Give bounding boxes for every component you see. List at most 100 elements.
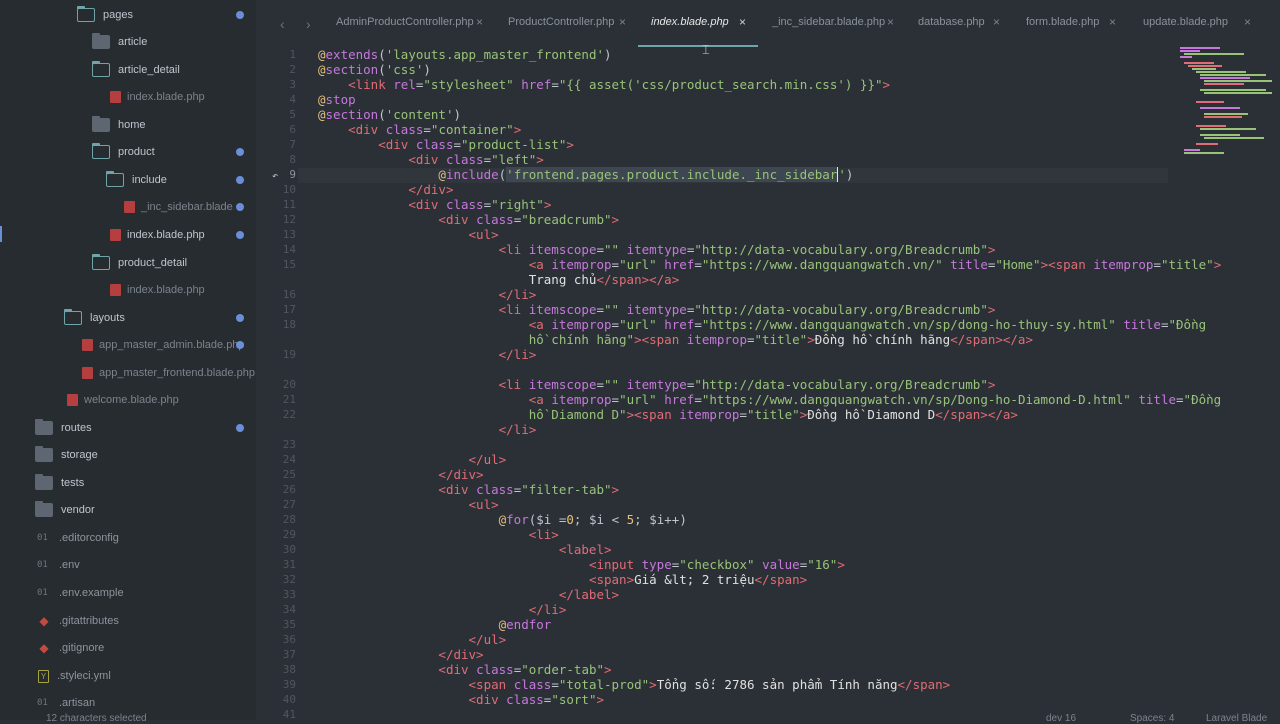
tab-update-blade[interactable]: update.blade.php: [1143, 16, 1228, 32]
code-editor[interactable]: @extends('layouts.app_master_frontend') …: [318, 47, 1221, 720]
tree-folder-storage[interactable]: storage: [0, 444, 256, 466]
text-file-icon: 01: [37, 533, 48, 543]
close-icon[interactable]: ×: [739, 15, 746, 29]
folder-open-icon: [64, 309, 82, 325]
line-number: 31: [282, 558, 296, 571]
tree-item-label: app_master_admin.blade.php: [99, 339, 245, 351]
folder-open-icon: [92, 61, 110, 77]
line-number: 4: [289, 93, 296, 106]
tab-index-blade[interactable]: index.blade.php: [651, 16, 729, 32]
close-icon[interactable]: ×: [887, 15, 894, 29]
tree-item-label: _inc_sidebar.blade.p: [141, 201, 234, 213]
code-line: </label>: [558, 587, 620, 602]
tree-file-styleci[interactable]: Y .styleci.yml: [0, 665, 256, 687]
code-line: <div class="container">: [348, 122, 522, 137]
tree-item-label: .styleci.yml: [57, 670, 111, 682]
code-line: <link rel="stylesheet" href="{{ asset('c…: [348, 77, 891, 92]
tree-file-gitattributes[interactable]: ◆ .gitattributes: [0, 610, 256, 632]
code-line: @section('css'): [318, 62, 431, 77]
line-number: 25: [282, 468, 296, 481]
modified-dot: [236, 148, 244, 156]
close-icon[interactable]: ×: [993, 15, 1000, 29]
tree-file-gitignore[interactable]: ◆ .gitignore: [0, 637, 256, 659]
close-icon[interactable]: ×: [619, 15, 626, 29]
tree-file-env[interactable]: 01 .env: [0, 554, 256, 576]
blade-file-icon: [82, 339, 93, 351]
line-number: 15: [282, 258, 296, 271]
tree-item-label: app_master_frontend.blade.php: [99, 367, 255, 379]
tree-folder-pages[interactable]: pages: [0, 4, 256, 26]
line-number: 27: [282, 498, 296, 511]
tree-folder-vendor[interactable]: vendor: [0, 499, 256, 521]
tree-file-product-detail-index[interactable]: index.blade.php: [0, 279, 256, 301]
line-number: 35: [282, 618, 296, 631]
folder-open-icon: [92, 254, 110, 270]
code-line: </li>: [498, 422, 537, 437]
tree-item-label: home: [118, 119, 146, 131]
tree-folder-tests[interactable]: tests: [0, 472, 256, 494]
close-icon[interactable]: ×: [1109, 15, 1116, 29]
code-line: </li>: [498, 347, 537, 362]
code-line: <a itemprop="url" href="https://www.dang…: [528, 257, 1222, 272]
tab-admin-product-controller[interactable]: AdminProductController.php: [336, 16, 474, 32]
line-number: 2: [289, 63, 296, 76]
modified-dot: [236, 176, 244, 184]
code-line: </li>: [528, 602, 567, 617]
tree-folder-article[interactable]: article: [0, 31, 256, 53]
code-line: <label>: [558, 542, 612, 557]
tree-item-label: vendor: [61, 504, 95, 516]
tree-file-editorconfig[interactable]: 01 .editorconfig: [0, 527, 256, 549]
folder-closed-icon: [92, 116, 110, 132]
tree-folder-layouts[interactable]: layouts: [0, 307, 256, 329]
line-number: 20: [282, 378, 296, 391]
tree-file-article-detail-index[interactable]: index.blade.php: [0, 86, 256, 108]
blade-file-icon: [124, 201, 135, 213]
tab-inc-sidebar-blade[interactable]: _inc_sidebar.blade.php: [772, 16, 885, 32]
nav-forward-icon[interactable]: ›: [306, 16, 311, 32]
line-number: 24: [282, 453, 296, 466]
tree-folder-product-detail[interactable]: product_detail: [0, 252, 256, 274]
close-icon[interactable]: ×: [476, 15, 483, 29]
code-line: </div>: [438, 467, 484, 482]
tree-folder-home[interactable]: home: [0, 114, 256, 136]
tree-item-label: product_detail: [118, 257, 188, 269]
close-icon[interactable]: ×: [1244, 15, 1251, 29]
tree-file-artisan[interactable]: 01 .artisan: [0, 692, 256, 714]
tree-folder-article-detail[interactable]: article_detail: [0, 59, 256, 81]
line-number: 1: [289, 48, 296, 61]
code-line: @endfor: [498, 617, 552, 632]
folder-closed-icon: [35, 474, 53, 490]
indentation-status[interactable]: Spaces: 4: [1130, 713, 1174, 724]
tree-file-app-master-admin[interactable]: app_master_admin.blade.php: [0, 334, 256, 356]
tree-file-app-master-frontend[interactable]: app_master_frontend.blade.php: [0, 362, 256, 384]
tab-product-controller[interactable]: ProductController.php: [508, 16, 614, 32]
tree-folder-include[interactable]: include: [0, 169, 256, 191]
line-number: 9: [289, 168, 296, 181]
line-number: 19: [282, 348, 296, 361]
nav-back-icon[interactable]: ‹: [280, 16, 285, 32]
tree-file-env-example[interactable]: 01 .env.example: [0, 582, 256, 604]
tab-form-blade[interactable]: form.blade.php: [1026, 16, 1099, 32]
tree-item-label: .editorconfig: [59, 532, 119, 544]
tree-folder-product[interactable]: product: [0, 141, 256, 163]
line-number: 14: [282, 243, 296, 256]
line-number: 5: [289, 108, 296, 121]
tree-file-product-index[interactable]: index.blade.php: [0, 224, 256, 246]
tree-file-inc-sidebar[interactable]: _inc_sidebar.blade.p: [0, 196, 234, 218]
tree-item-label: layouts: [90, 312, 125, 324]
tree-item-label: routes: [61, 422, 92, 434]
line-number: 13: [282, 228, 296, 241]
code-line: Trang chủ</span></a>: [528, 272, 680, 287]
code-line: <span>Giá &lt; 2 triệu</span>: [588, 572, 808, 587]
minimap[interactable]: [1176, 47, 1276, 167]
tree-file-welcome[interactable]: welcome.blade.php: [0, 389, 256, 411]
project-tree-sidebar: pages article article_detail index.blade…: [0, 0, 256, 720]
tree-item-label: article: [118, 36, 148, 48]
syntax-status[interactable]: Laravel Blade: [1206, 713, 1267, 724]
tab-database[interactable]: database.php: [918, 16, 985, 32]
tree-folder-routes[interactable]: routes: [0, 417, 256, 439]
modified-dot: [236, 203, 244, 211]
code-line: <span class="total-prod">Tổng số: 2786 s…: [468, 677, 951, 692]
code-line: hồ Diamond D"><span itemprop="title">Đồn…: [528, 407, 1018, 422]
git-branch-status[interactable]: dev 16: [1046, 713, 1076, 724]
